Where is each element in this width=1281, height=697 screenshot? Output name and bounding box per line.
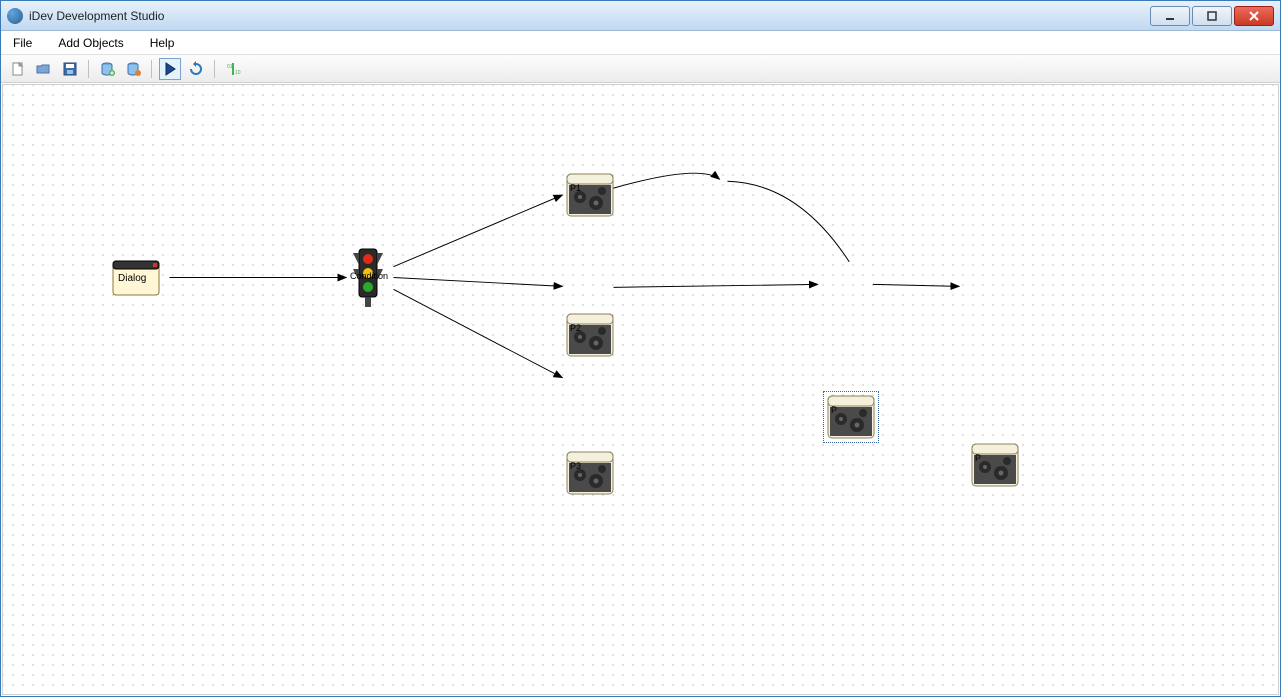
add-link-button[interactable] (122, 58, 144, 80)
gearbox-icon (566, 313, 614, 357)
window-controls (1150, 6, 1274, 26)
binary-icon: 0110 (225, 61, 241, 77)
titlebar[interactable]: iDev Development Studio (1, 1, 1280, 31)
gearbox-icon (827, 395, 875, 439)
binary-button[interactable]: 0110 (222, 58, 244, 80)
minimize-button[interactable] (1150, 6, 1190, 26)
svg-text:10: 10 (235, 70, 241, 76)
node-p2[interactable]: P2 (566, 313, 614, 357)
menu-add-objects[interactable]: Add Objects (54, 34, 127, 52)
toolbar-separator (151, 60, 152, 78)
node-label: P2 (570, 323, 581, 333)
run-button[interactable] (159, 58, 181, 80)
node-dialog[interactable]: Dialog (111, 255, 161, 305)
toolbar-separator (88, 60, 89, 78)
refresh-button[interactable] (185, 58, 207, 80)
connections-layer (3, 85, 1278, 694)
node-condition[interactable]: Condition (347, 247, 389, 309)
database-link-icon (125, 61, 141, 77)
add-db-button[interactable] (96, 58, 118, 80)
app-icon (7, 8, 23, 24)
maximize-button[interactable] (1192, 6, 1232, 26)
open-button[interactable] (33, 58, 55, 80)
canvas[interactable]: Dialog Condition (2, 84, 1279, 695)
node-p1[interactable]: P1 (566, 173, 614, 217)
refresh-icon (188, 61, 204, 77)
toolbar: 0110 (1, 55, 1280, 83)
node-label: Condition (345, 271, 393, 281)
gearbox-icon (971, 443, 1019, 487)
gearbox-icon (566, 451, 614, 495)
folder-open-icon (36, 61, 52, 77)
toolbar-separator (214, 60, 215, 78)
svg-text:01: 01 (227, 64, 233, 70)
menubar: File Add Objects Help (1, 31, 1280, 55)
gearbox-icon (566, 173, 614, 217)
new-file-icon (10, 61, 26, 77)
node-p-selected[interactable]: P (827, 395, 875, 439)
close-icon (1248, 10, 1260, 22)
menu-help[interactable]: Help (146, 34, 179, 52)
database-icon (99, 61, 115, 77)
node-label: P1 (570, 183, 581, 193)
minimize-icon (1164, 10, 1176, 22)
node-label: P (975, 453, 981, 463)
save-icon (62, 61, 78, 77)
maximize-icon (1206, 10, 1218, 22)
new-button[interactable] (7, 58, 29, 80)
node-label: P (831, 405, 837, 415)
save-button[interactable] (59, 58, 81, 80)
window-title: iDev Development Studio (29, 9, 1150, 23)
app-window: iDev Development Studio File Add Objects… (0, 0, 1281, 697)
node-p-right[interactable]: P (971, 443, 1019, 487)
play-icon (162, 61, 178, 77)
node-label: Dialog (118, 273, 146, 284)
close-button[interactable] (1234, 6, 1274, 26)
node-p3[interactable]: P3 (566, 451, 614, 495)
menu-file[interactable]: File (9, 34, 36, 52)
node-label: P3 (570, 461, 581, 471)
